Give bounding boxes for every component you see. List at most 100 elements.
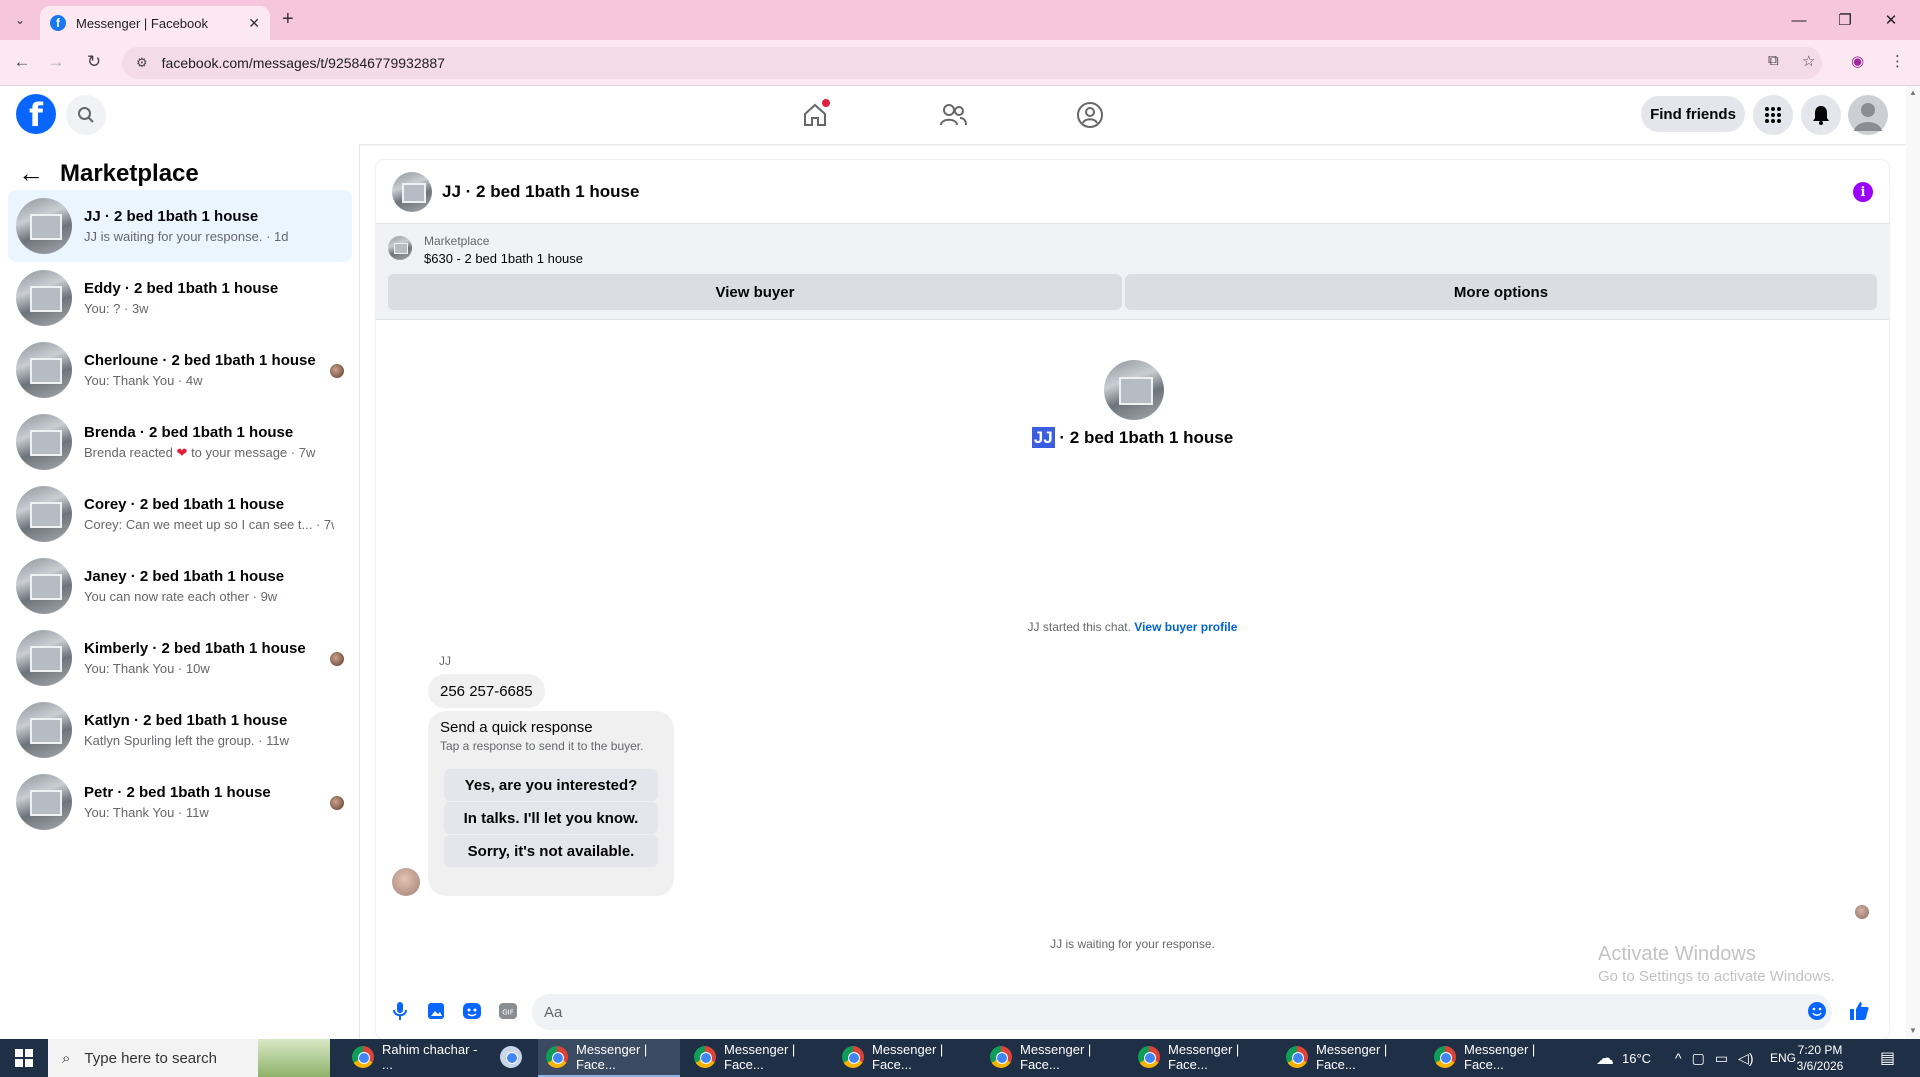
taskbar-item[interactable]: Messenger | Face...	[1426, 1039, 1568, 1077]
chrome-icon	[842, 1046, 864, 1068]
view-buyer-profile-link[interactable]: View buyer profile	[1134, 620, 1237, 634]
back-icon[interactable]: ←	[10, 52, 34, 72]
url-omnibox[interactable]: ⚙ facebook.com/messages/t/92584677993288…	[122, 47, 1822, 79]
conversation-snippet: Corey: Can we meet up so I can see t... …	[84, 517, 334, 532]
marketplace-listing-banner: Marketplace $630 - 2 bed 1bath 1 house V…	[376, 224, 1889, 320]
profile-icon[interactable]: ◉	[1851, 52, 1864, 70]
taskbar-item-active[interactable]: Messenger | Face...	[538, 1039, 680, 1077]
more-options-button[interactable]: More options	[1125, 274, 1877, 310]
quick-reply-in-talks-button[interactable]: In talks. I'll let you know.	[444, 802, 658, 834]
conversation-item-kimberly[interactable]: Kimberly · 2 bed 1bath 1 house You: Than…	[8, 622, 352, 694]
conversation-item-cherloune[interactable]: Cherloune · 2 bed 1bath 1 house You: Tha…	[8, 334, 352, 406]
account-avatar-icon[interactable]	[1848, 95, 1888, 135]
taskbar-item[interactable]: Rahim chachar - ...	[344, 1039, 484, 1077]
restore-icon[interactable]: ❐	[1822, 6, 1868, 34]
search-icon[interactable]	[66, 95, 106, 135]
site-info-icon[interactable]: ⚙	[136, 55, 148, 71]
heart-reaction-icon: ❤	[176, 444, 188, 460]
taskbar-item[interactable]: Messenger | Face...	[834, 1039, 976, 1077]
network-icon[interactable]: ▭	[1715, 1050, 1728, 1067]
listing-thumbnail	[16, 270, 72, 326]
taskbar-item[interactable]: Messenger | Face...	[1278, 1039, 1420, 1077]
snippet-pre: Brenda reacted	[84, 444, 173, 460]
microphone-icon[interactable]	[389, 1000, 411, 1022]
chrome-icon	[1286, 1046, 1308, 1068]
conversation-info-icon[interactable]: i	[1853, 182, 1873, 202]
notifications-bell-icon[interactable]	[1801, 95, 1841, 135]
conversation-name: Petr · 2 bed 1bath 1 house	[84, 784, 271, 801]
show-hidden-icons-icon[interactable]: ^	[1675, 1050, 1682, 1066]
close-window-icon[interactable]: ✕	[1868, 6, 1914, 34]
home-icon[interactable]	[798, 98, 832, 132]
browser-menu-icon[interactable]: ⋮	[1890, 52, 1905, 70]
chat-avatar[interactable]	[392, 171, 432, 212]
notification-center-icon[interactable]: ▤	[1880, 1039, 1895, 1077]
windows-taskbar: ⌕ Type here to search Rahim chachar - ..…	[0, 1039, 1920, 1077]
listing-avatar-large	[1104, 360, 1164, 420]
install-app-icon[interactable]: ⧉	[1768, 52, 1779, 69]
sender-avatar[interactable]	[392, 868, 420, 896]
browser-tab[interactable]: f Messenger | Facebook ✕	[40, 6, 270, 40]
conversation-item-janey[interactable]: Janey · 2 bed 1bath 1 house You can now …	[8, 550, 352, 622]
tab-search-chevron-icon[interactable]: ⌄	[8, 8, 32, 32]
taskbar-item-label: Messenger | Face...	[576, 1042, 648, 1072]
conversation-item-jj[interactable]: JJ · 2 bed 1bath 1 house JJ is waiting f…	[8, 190, 352, 262]
seen-avatar	[330, 652, 344, 666]
chat-title[interactable]: JJ · 2 bed 1bath 1 house	[442, 182, 639, 202]
reload-icon[interactable]: ↻	[82, 52, 106, 72]
meet-now-icon[interactable]: ▢	[1692, 1050, 1705, 1067]
forward-icon[interactable]: →	[44, 52, 68, 72]
paint-icon	[500, 1046, 522, 1068]
message-bubble[interactable]: 256 257-6685	[428, 674, 545, 708]
listing-price-title[interactable]: $630 - 2 bed 1bath 1 house	[424, 251, 583, 266]
taskbar-item[interactable]: Messenger | Face...	[1130, 1039, 1272, 1077]
page-scrollbar[interactable]: ▲ ▼	[1906, 86, 1920, 1039]
view-buyer-button[interactable]: View buyer	[388, 274, 1122, 310]
photo-icon[interactable]	[425, 1000, 447, 1022]
conversation-item-petr[interactable]: Petr · 2 bed 1bath 1 house You: Thank Yo…	[8, 766, 352, 838]
quick-reply-not-available-button[interactable]: Sorry, it's not available.	[444, 835, 658, 867]
chat-header: JJ · 2 bed 1bath 1 house i	[376, 160, 1889, 224]
like-thumbs-up-icon[interactable]	[1848, 1000, 1870, 1022]
new-tab-icon[interactable]: +	[282, 8, 294, 31]
close-tab-icon[interactable]: ✕	[248, 15, 260, 32]
taskbar-search-box[interactable]: ⌕ Type here to search	[48, 1039, 330, 1077]
conversation-item-katlyn[interactable]: Katlyn · 2 bed 1bath 1 house Katlyn Spur…	[8, 694, 352, 766]
message-input[interactable]	[532, 994, 1832, 1030]
gif-icon[interactable]: GIF	[497, 1000, 519, 1022]
scroll-up-icon[interactable]: ▲	[1909, 88, 1917, 97]
quick-reply-interested-button[interactable]: Yes, are you interested?	[444, 769, 658, 801]
sticker-icon[interactable]	[461, 1000, 483, 1022]
friends-icon[interactable]	[936, 98, 970, 132]
weather-cloud-icon: ☁	[1596, 1047, 1614, 1068]
volume-icon[interactable]: ◁)	[1738, 1050, 1753, 1067]
conversation-item-corey[interactable]: Corey · 2 bed 1bath 1 house Corey: Can w…	[8, 478, 352, 550]
seen-avatar	[330, 796, 344, 810]
message-composer: GIF	[376, 986, 1889, 1038]
bookmark-star-icon[interactable]: ☆	[1802, 52, 1815, 70]
weather-widget[interactable]: ☁ 16°C	[1596, 1039, 1651, 1077]
emoji-icon[interactable]	[1806, 1000, 1828, 1022]
minimize-icon[interactable]: —	[1776, 6, 1822, 34]
taskbar-item[interactable]: Messenger | Face...	[686, 1039, 828, 1077]
taskbar-item-label: Messenger | Face...	[724, 1042, 796, 1072]
taskbar-clock[interactable]: 7:20 PM 3/6/2026	[1786, 1042, 1854, 1074]
listing-thumbnail	[16, 558, 72, 614]
system-tray-icons: ^ ▢ ▭ ◁)	[1675, 1039, 1753, 1077]
taskbar-item[interactable]: Messenger | Face...	[982, 1039, 1124, 1077]
taskbar-app-paint[interactable]	[492, 1039, 538, 1077]
url-text: facebook.com/messages/t/925846779932887	[161, 55, 445, 71]
conversation-item-brenda[interactable]: Brenda · 2 bed 1bath 1 house Brenda reac…	[8, 406, 352, 478]
listing-thumbnail	[16, 198, 72, 254]
find-friends-button[interactable]: Find friends	[1641, 96, 1745, 132]
facebook-logo-icon[interactable]: f	[16, 94, 56, 134]
groups-icon[interactable]	[1073, 98, 1107, 132]
menu-grid-icon[interactable]	[1753, 95, 1793, 135]
windows-start-icon[interactable]	[0, 1039, 48, 1077]
svg-text:GIF: GIF	[502, 1009, 514, 1017]
scroll-down-icon[interactable]: ▼	[1909, 1026, 1917, 1035]
back-arrow-icon[interactable]: ←	[18, 158, 44, 189]
conversation-snippet: JJ is waiting for your response. · 1d	[84, 229, 289, 244]
conversation-item-eddy[interactable]: Eddy · 2 bed 1bath 1 house You: ? · 3w	[8, 262, 352, 334]
listing-thumbnail	[16, 414, 72, 470]
